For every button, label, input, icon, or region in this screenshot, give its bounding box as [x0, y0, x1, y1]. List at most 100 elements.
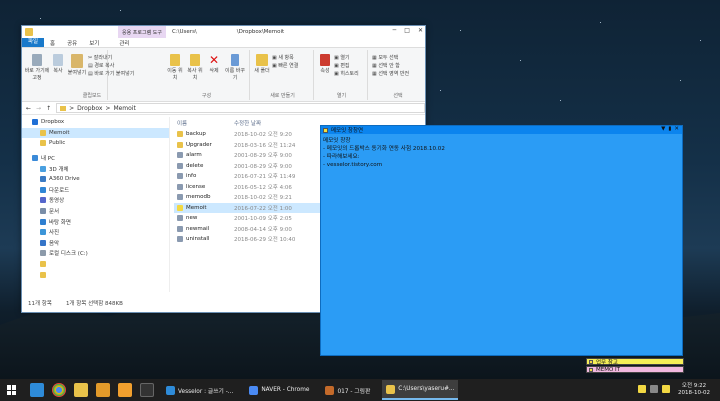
rename-button[interactable]: 이름 바꾸기: [224, 54, 246, 81]
nav-item[interactable]: 바탕 화면: [22, 216, 169, 227]
file-name: backup: [186, 131, 206, 138]
memo-content[interactable]: 메모잇 창창 - 메모잇의 드롭박스 동기화 연동 사험 2018.10.02 …: [321, 134, 682, 172]
select-none-button[interactable]: ▦ 선택 안 함: [372, 62, 426, 69]
quick-access-icon[interactable]: [25, 28, 33, 36]
minimize-icon[interactable]: ─: [393, 27, 397, 34]
ribbon-tabs: 파일 홈 공유 보기 관리: [22, 37, 425, 48]
nav-item[interactable]: 내 PC: [22, 153, 169, 164]
cut-button[interactable]: ✂ 잘라내기: [88, 54, 148, 61]
nav-item[interactable]: A360 Drive: [22, 174, 169, 185]
nav-item-label: Dropbox: [41, 119, 65, 126]
paste-shortcut-button[interactable]: ▤ 바로 가기 붙여넣기: [88, 70, 158, 77]
nav-item-label: 바탕 화면: [49, 219, 71, 226]
copy-button[interactable]: 복사: [50, 54, 66, 74]
memo-menu-icon[interactable]: ▼: [661, 126, 665, 132]
move-to-button[interactable]: 이동 위치: [166, 54, 184, 81]
select-all-button[interactable]: ▦ 모두 선택: [372, 54, 426, 61]
clock[interactable]: 오전 9:22 2018-10-02: [678, 383, 710, 397]
memo-color-icon[interactable]: [323, 127, 328, 133]
history-button[interactable]: ▣ 히스토리: [334, 70, 368, 77]
folder-icon: [40, 239, 46, 246]
nav-item[interactable]: 동영상: [22, 195, 169, 206]
task-view-icon[interactable]: [30, 383, 44, 397]
sticky-note-label: MEMO IT: [596, 366, 621, 373]
folder-icon: [40, 229, 46, 236]
taskbar-task[interactable]: NAVER - Chrome: [245, 380, 313, 400]
tab-manage[interactable]: 관리: [113, 39, 135, 47]
sticky-note-item[interactable]: MEMO IT: [586, 366, 684, 373]
breadcrumb-dropbox[interactable]: Dropbox: [77, 105, 102, 112]
nav-item[interactable]: [22, 269, 169, 280]
new-item-button[interactable]: ▣ 새 항목: [272, 54, 314, 61]
file-name-cell: newmail: [174, 225, 234, 232]
start-icon[interactable]: [7, 385, 17, 395]
pin-quick-access-button[interactable]: 바로 가기에 고정: [24, 54, 50, 81]
file-name-cell: Memoit: [174, 204, 234, 211]
explorer-icon[interactable]: [74, 383, 88, 397]
outlook-icon[interactable]: [96, 383, 110, 397]
breadcrumb-memoit[interactable]: Memoit: [113, 105, 135, 112]
forward-arrow-icon[interactable]: →: [36, 105, 41, 112]
properties-button[interactable]: 속성: [318, 54, 332, 74]
invert-selection-button[interactable]: ▦ 선택 영역 반전: [372, 70, 426, 77]
close-icon[interactable]: ✕: [418, 27, 423, 34]
nav-item[interactable]: 3D 개체: [22, 163, 169, 174]
sticky-note-label: 업무 참고: [596, 359, 618, 366]
folder-icon: [40, 165, 46, 172]
memo-title-bar[interactable]: 메모잇 창창연 ▼ ▮ ✕: [321, 126, 682, 134]
tab-file[interactable]: 파일: [22, 37, 44, 47]
paste-button[interactable]: 붙여넣기: [66, 54, 88, 76]
column-name[interactable]: 이름: [174, 119, 234, 127]
properties-icon: [320, 54, 330, 66]
memo-window[interactable]: 메모잇 창창연 ▼ ▮ ✕ 메모잇 창창 - 메모잇의 드롭박스 동기화 연동 …: [320, 125, 683, 356]
tab-view[interactable]: 보기: [83, 39, 105, 47]
app-icon[interactable]: [140, 383, 154, 397]
tray-icon-2[interactable]: [650, 385, 658, 393]
tab-home[interactable]: 홈: [44, 39, 61, 47]
nav-item-label: 문서: [49, 209, 60, 216]
nav-item[interactable]: 문서: [22, 206, 169, 217]
tray-icon-1[interactable]: [638, 385, 646, 393]
delete-button[interactable]: ✕ 삭제: [206, 54, 222, 74]
memo-close-icon[interactable]: ✕: [674, 126, 679, 132]
nav-item[interactable]: Dropbox: [22, 117, 169, 128]
folder-icon: [40, 261, 46, 268]
taskbar-task[interactable]: C:\Users\yaseru#...: [382, 380, 459, 400]
tab-share[interactable]: 공유: [61, 39, 83, 47]
nav-item[interactable]: Public: [22, 138, 169, 149]
address-bar[interactable]: > Dropbox > Memoit: [56, 103, 425, 113]
taskbar: Vesselor : 글쓰기 -... NAVER - Chrome 017 - 그…: [0, 379, 720, 401]
file-icon: [177, 141, 183, 148]
nav-item[interactable]: 사진: [22, 227, 169, 238]
nav-item[interactable]: 음악: [22, 238, 169, 249]
delete-icon: ✕: [208, 53, 220, 67]
nav-item[interactable]: [22, 259, 169, 270]
clock-date: 2018-10-02: [678, 390, 710, 396]
open-button[interactable]: ▣ 열기: [334, 54, 368, 61]
file-name: alarm: [186, 152, 202, 159]
context-tab-app-tools[interactable]: 응용 프로그램 도구: [118, 26, 166, 38]
maximize-icon[interactable]: □: [404, 27, 410, 34]
edit-button[interactable]: ▣ 편집: [334, 62, 368, 69]
back-arrow-icon[interactable]: ←: [26, 105, 31, 112]
taskbar-task[interactable]: Vesselor : 글쓰기 -...: [162, 380, 237, 400]
taskbar-task[interactable]: 017 - 그림판: [321, 380, 374, 400]
easy-access-button[interactable]: ▣ 빠른 연결: [272, 62, 314, 69]
pin-icon: [32, 54, 42, 66]
new-folder-button[interactable]: 새 폴더: [254, 54, 270, 74]
nav-item[interactable]: Memoit: [22, 127, 169, 139]
folder-icon: [40, 197, 46, 204]
up-arrow-icon[interactable]: ↑: [46, 105, 51, 112]
copy-path-button[interactable]: ▤ 경로 복사: [88, 62, 148, 69]
nav-item[interactable]: 로컬 디스크 (C:): [22, 248, 169, 259]
sticky-note-item[interactable]: 업무 참고: [586, 358, 684, 366]
nav-item-label: A360 Drive: [49, 176, 80, 183]
memoit-icon[interactable]: [118, 383, 132, 397]
memo-trash-icon[interactable]: ▮: [668, 126, 671, 132]
chrome-icon[interactable]: [52, 383, 66, 397]
copy-to-button[interactable]: 복사 위치: [186, 54, 204, 81]
tray-icon-3[interactable]: [662, 385, 670, 393]
file-name-cell: info: [174, 173, 234, 180]
nav-item[interactable]: 다운로드: [22, 185, 169, 196]
window-title-right: \Dropbox\Memoit: [236, 29, 285, 35]
